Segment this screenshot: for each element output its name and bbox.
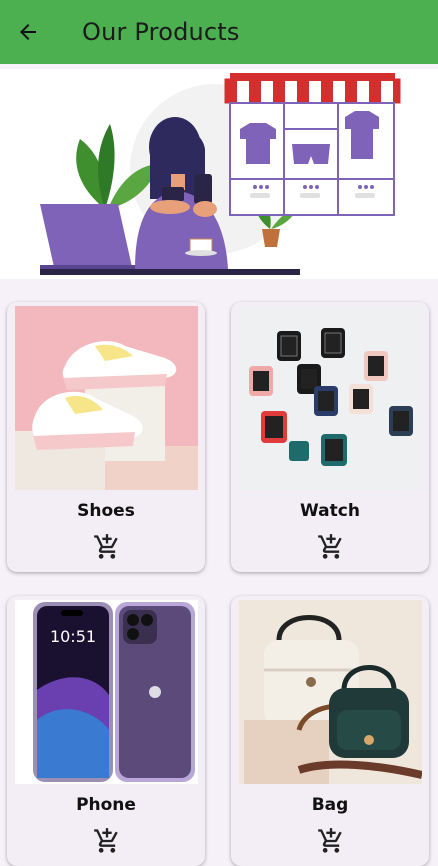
product-card-shoes[interactable]: Shoes xyxy=(7,302,205,572)
app-bar: Our Products xyxy=(0,0,438,64)
shopping-banner-illustration xyxy=(0,69,438,279)
product-card-watch[interactable]: Watch xyxy=(231,302,429,572)
shoes-image xyxy=(15,306,198,490)
product-name: Bag xyxy=(311,795,349,815)
add-shopping-cart-icon[interactable] xyxy=(317,827,345,855)
product-card-phone[interactable]: 10:51 Phone xyxy=(7,596,205,866)
page-title: Our Products xyxy=(82,18,240,46)
add-shopping-cart-icon[interactable] xyxy=(93,827,121,855)
product-name: Watch xyxy=(300,501,360,521)
back-arrow-icon[interactable] xyxy=(14,18,42,46)
watch-image xyxy=(239,306,422,490)
svg-text:10:51: 10:51 xyxy=(50,627,96,646)
phone-image: 10:51 xyxy=(15,600,198,784)
product-name: Shoes xyxy=(77,501,135,521)
bag-image xyxy=(239,600,422,784)
product-card-bag[interactable]: Bag xyxy=(231,596,429,866)
product-name: Phone xyxy=(76,795,136,815)
add-shopping-cart-icon[interactable] xyxy=(317,533,345,561)
add-shopping-cart-icon[interactable] xyxy=(93,533,121,561)
